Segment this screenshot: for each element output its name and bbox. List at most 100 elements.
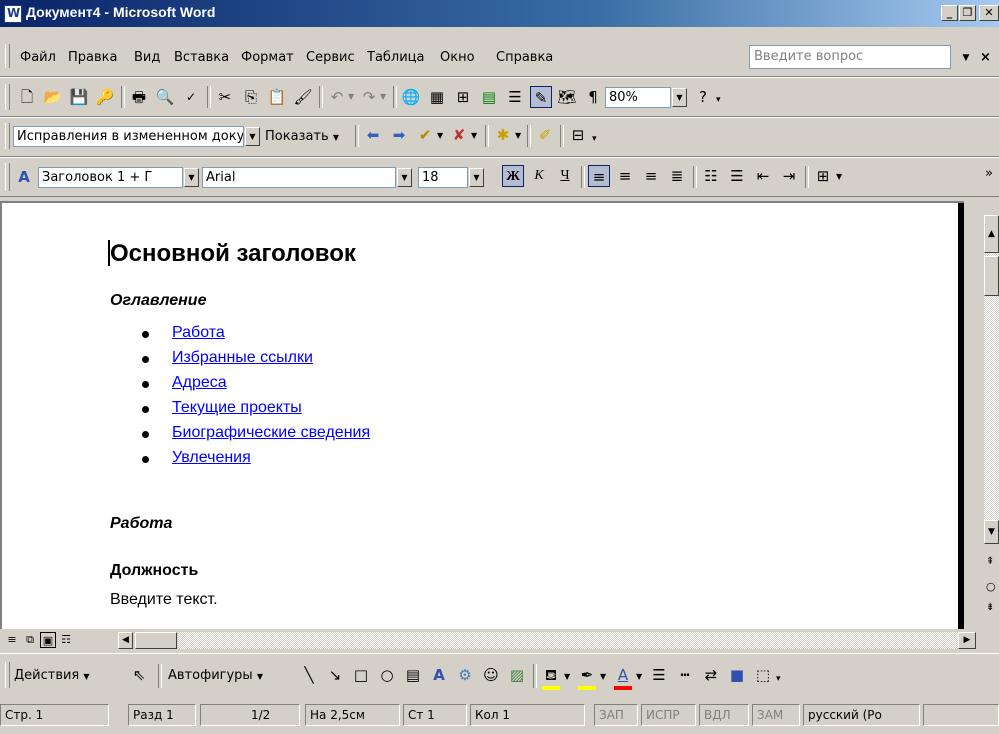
italic-button[interactable]: К (528, 165, 550, 187)
diagram-icon[interactable]: ⚙ (454, 664, 476, 686)
autoshapes-menu-button[interactable]: Автофигуры ▼ (168, 668, 263, 683)
status-spelling-grammar[interactable] (923, 704, 999, 726)
status-section[interactable]: Разд 1 (128, 704, 196, 726)
toc-link-bio[interactable]: Биографические сведения (172, 424, 370, 442)
scroll-down-button[interactable]: ▼ (984, 520, 999, 544)
style-dropdown-arrow[interactable]: ▼ (184, 168, 199, 187)
menu-view[interactable]: Вид (134, 50, 160, 65)
scroll-right-button[interactable]: ▶ (958, 632, 976, 649)
menu-insert[interactable]: Вставка (174, 50, 229, 65)
undo-dropdown-icon[interactable]: ▼ (348, 92, 354, 101)
next-page-icon[interactable]: ⇟ (986, 602, 994, 613)
menu-tools[interactable]: Сервис (306, 50, 355, 65)
status-position[interactable]: На 2,5см (305, 704, 400, 726)
insert-table-icon[interactable]: ⊞ (452, 86, 474, 108)
browse-object-icon[interactable]: ○ (986, 580, 996, 593)
font-color-icon[interactable]: A (612, 664, 634, 686)
open-icon[interactable]: 📂 (42, 86, 64, 108)
review-toolbar-options-icon[interactable]: ▾ (592, 134, 597, 144)
save-icon[interactable]: 💾 (68, 86, 90, 108)
hyperlink-icon[interactable]: 🌐 (400, 86, 422, 108)
previous-change-icon[interactable]: ⬅ (362, 124, 384, 146)
font-color-dropdown-icon[interactable]: ▼ (636, 672, 642, 681)
insert-excel-icon[interactable]: ▤ (478, 86, 500, 108)
columns-icon[interactable]: ☰ (504, 86, 526, 108)
toc-link-addresses[interactable]: Адреса (172, 374, 227, 392)
line-icon[interactable]: ╲ (298, 664, 320, 686)
next-change-icon[interactable]: ➡ (388, 124, 410, 146)
font-size-dropdown-arrow[interactable]: ▼ (469, 168, 484, 187)
wordart-icon[interactable]: A (428, 664, 450, 686)
display-for-review-combo[interactable]: Исправления в измененном докумен (13, 126, 244, 147)
menu-table[interactable]: Таблица (367, 50, 425, 65)
increase-indent-icon[interactable]: ⇥ (778, 165, 800, 187)
show-menu-button[interactable]: Показать ▼ (265, 129, 339, 144)
minimize-button[interactable]: _ (941, 5, 958, 21)
underline-button[interactable]: Ч (554, 165, 576, 187)
print-layout-view-icon[interactable]: ▣ (40, 632, 56, 648)
restore-button[interactable]: ❐ (959, 5, 976, 21)
status-record-macro[interactable]: ЗАП (594, 704, 638, 726)
ask-question-input[interactable]: Введите вопрос (749, 45, 951, 69)
status-language[interactable]: русский (Ро (803, 704, 920, 726)
toc-link-work[interactable]: Работа (172, 324, 225, 342)
drawing-toolbar-grip[interactable] (5, 662, 10, 688)
print-icon[interactable]: 🖶 (128, 86, 150, 108)
help-icon[interactable]: ? (692, 86, 714, 108)
spelling-icon[interactable]: ✓ (180, 86, 202, 108)
zoom-combo[interactable]: 80% (605, 87, 671, 108)
status-overtype[interactable]: ЗАМ (752, 704, 800, 726)
clip-art-icon[interactable]: ☺ (480, 664, 502, 686)
close-document-icon[interactable]: × (980, 50, 991, 65)
drawing-toolbar-options-icon[interactable]: ▾ (776, 674, 781, 684)
scroll-thumb[interactable] (984, 256, 999, 296)
borders-icon[interactable]: ⊞ (812, 165, 834, 187)
menu-window[interactable]: Окно (440, 50, 475, 65)
document-map-icon[interactable]: 🗺 (556, 86, 578, 108)
review-toolbar-grip[interactable] (5, 123, 10, 149)
paste-icon[interactable]: 📋 (266, 86, 288, 108)
status-pages[interactable]: 1/2 (200, 704, 300, 726)
status-extend[interactable]: ВДЛ (699, 704, 749, 726)
outline-view-icon[interactable]: ☶ (58, 632, 74, 648)
status-track-changes[interactable]: ИСПР (641, 704, 696, 726)
styles-formatting-icon[interactable]: A (13, 166, 35, 188)
zoom-dropdown-arrow[interactable]: ▼ (672, 88, 687, 107)
standard-toolbar-grip[interactable] (5, 84, 10, 110)
normal-view-icon[interactable]: ≡ (4, 632, 20, 648)
close-button[interactable]: ✕ (979, 5, 999, 21)
toc-link-favorites[interactable]: Избранные ссылки (172, 349, 313, 367)
scroll-up-button[interactable]: ▲ (984, 215, 999, 253)
permission-icon[interactable]: 🔑 (94, 86, 116, 108)
rectangle-icon[interactable]: □ (350, 664, 372, 686)
scroll-left-button[interactable]: ◀ (118, 632, 133, 649)
menu-edit[interactable]: Правка (68, 50, 117, 65)
accept-change-icon[interactable]: ✔ (414, 124, 436, 146)
bullets-icon[interactable]: ☰ (726, 165, 748, 187)
justify-icon[interactable]: ≣ (666, 165, 688, 187)
track-changes-icon[interactable]: ✐ (534, 124, 556, 146)
fill-color-icon[interactable]: ⛾ (540, 664, 562, 686)
align-left-icon[interactable]: ≡ (588, 165, 610, 187)
horizontal-scroll-track[interactable] (178, 632, 958, 649)
line-style-icon[interactable]: ☰ (648, 664, 670, 686)
fill-dropdown-icon[interactable]: ▼ (564, 672, 570, 681)
ask-dropdown-arrow[interactable]: ▼ (958, 48, 974, 68)
align-right-icon[interactable]: ≡ (640, 165, 662, 187)
print-preview-icon[interactable]: 🔍 (154, 86, 176, 108)
undo-icon[interactable]: ↶ (326, 86, 348, 108)
field-text[interactable]: Введите текст. (110, 591, 218, 609)
menu-help[interactable]: Справка (496, 50, 553, 65)
new-document-icon[interactable]: 🗋 (16, 86, 38, 108)
font-size-combo[interactable]: 18 (418, 167, 468, 188)
reject-dropdown-icon[interactable]: ▼ (471, 131, 477, 140)
menu-file[interactable]: Файл (20, 50, 56, 65)
new-comment-icon[interactable]: ✱ (492, 124, 514, 146)
comment-dropdown-icon[interactable]: ▼ (515, 131, 521, 140)
numbering-icon[interactable]: ☷ (700, 165, 722, 187)
show-hide-icon[interactable]: ¶ (582, 86, 604, 108)
menu-grip[interactable] (5, 44, 10, 68)
word-app-icon[interactable] (4, 5, 22, 23)
drawing-icon[interactable]: ✎ (530, 86, 552, 108)
line-color-dropdown-icon[interactable]: ▼ (600, 672, 606, 681)
